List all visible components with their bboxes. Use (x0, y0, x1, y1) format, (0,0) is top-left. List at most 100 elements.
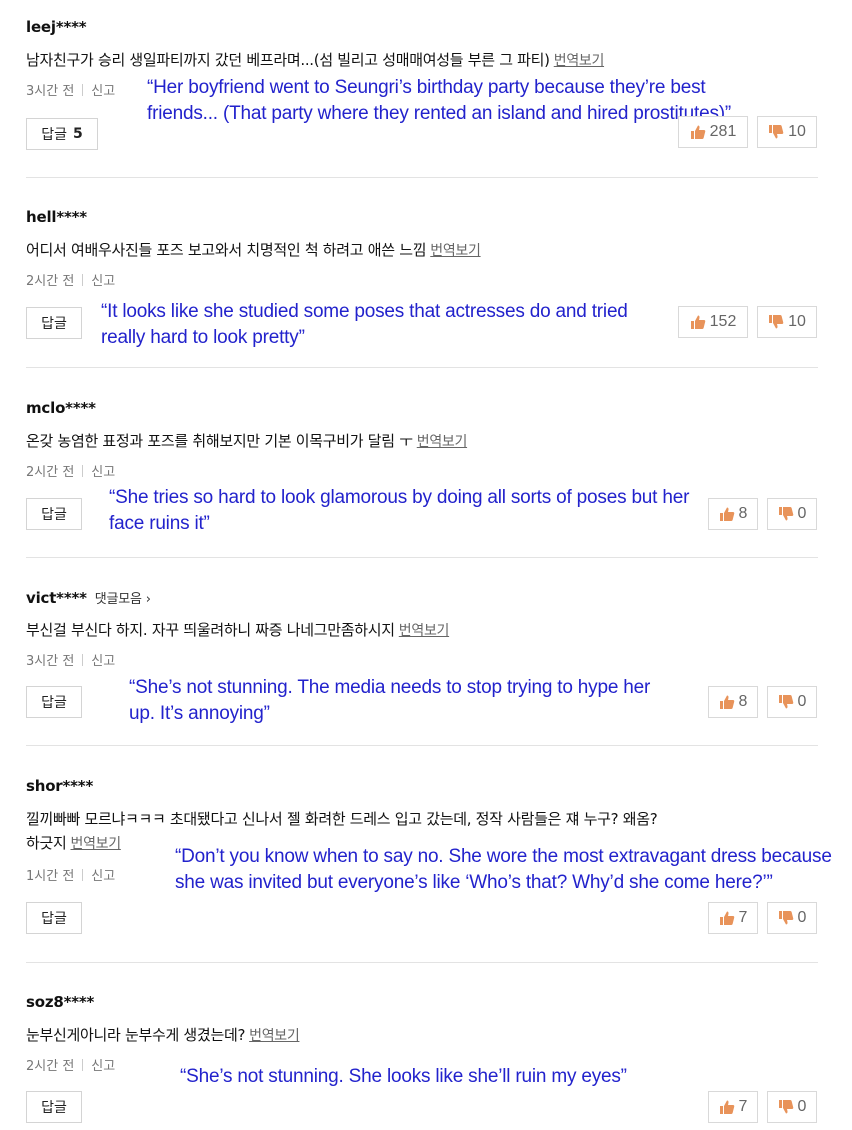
reply-count: 5 (73, 126, 83, 142)
comment-author: vict**** 댓글모음 › (26, 588, 151, 607)
reply-label: 답글 (41, 1100, 67, 1116)
comment-text-line: 부신걸 부신다 하지. 자꾸 띄울려하니 짜증 나네그만좀하시지 (26, 621, 395, 639)
english-translation: “Her boyfriend went to Seungri’s birthda… (147, 77, 732, 124)
comment-time: 2시간 전 (26, 1059, 75, 1074)
reply-label: 답글 (41, 911, 67, 927)
comment-divider (26, 962, 818, 963)
comment-time: 1시간 전 (26, 869, 75, 884)
comment-text-line: 눈부신게아니라 눈부수게 생겼는데? (26, 1026, 246, 1044)
meta-separator (82, 465, 84, 477)
like-button[interactable]: 7 (708, 902, 758, 934)
dislike-button[interactable]: 0 (767, 1091, 817, 1123)
like-count: 152 (709, 313, 737, 330)
comment-meta: 3시간 전 신고 (26, 650, 115, 669)
like-button[interactable]: 8 (708, 498, 758, 530)
reply-label: 답글 (41, 316, 67, 332)
comment-time: 2시간 전 (26, 274, 75, 289)
comment-divider (26, 177, 818, 178)
reply-label: 답글 (41, 507, 67, 523)
dislike-button[interactable]: 10 (757, 116, 817, 148)
comment-text: 부신걸 부신다 하지. 자꾸 띄울려하니 짜증 나네그만좀하시지 번역보기 (26, 618, 449, 643)
dislike-button[interactable]: 0 (767, 498, 817, 530)
comment-divider (26, 367, 818, 368)
report-link[interactable]: 신고 (91, 869, 115, 884)
translate-link[interactable]: 번역보기 (554, 53, 605, 69)
like-count: 8 (738, 693, 748, 710)
comment-author[interactable]: leej**** (26, 18, 87, 36)
thumbs-up-icon (719, 694, 735, 710)
translate-link[interactable]: 번역보기 (249, 1028, 300, 1044)
translate-link[interactable]: 번역보기 (430, 243, 481, 259)
thumbs-up-icon (719, 506, 735, 522)
report-link[interactable]: 신고 (91, 654, 115, 669)
comment-meta: 2시간 전 신고 (26, 270, 115, 289)
comment-time: 2시간 전 (26, 465, 75, 480)
report-link[interactable]: 신고 (91, 465, 115, 480)
comment-divider (26, 745, 818, 746)
comment-text: 남자친구가 승리 생일파티까지 갔던 베프라며...(섬 빌리고 성매매여성들 … (26, 48, 604, 73)
comment-text-line: 어디서 여배우사진들 포즈 보고와서 치명적인 척 하려고 애쓴 느낌 (26, 241, 427, 259)
reply-button[interactable]: 답글 (26, 686, 82, 718)
thumbs-down-icon (778, 910, 794, 926)
thumbs-down-icon (778, 1099, 794, 1115)
dislike-count: 0 (797, 1098, 807, 1115)
comment-text: 온갖 농염한 표정과 포즈를 취해보지만 기본 이목구비가 달림 ㅜ 번역보기 (26, 429, 467, 454)
reply-button[interactable]: 답글 5 (26, 118, 98, 150)
reply-button[interactable]: 답글 (26, 1091, 82, 1123)
dislike-count: 10 (788, 313, 806, 330)
like-button[interactable]: 8 (708, 686, 758, 718)
comment-text-line: 온갖 농염한 표정과 포즈를 취해보지만 기본 이목구비가 달림 ㅜ (26, 432, 413, 450)
english-translation: “Don’t you know when to say no. She wore… (175, 846, 832, 893)
comment-author[interactable]: soz8**** (26, 993, 94, 1011)
dislike-count: 10 (788, 123, 806, 140)
comment-text-line: 낄끼빠빠 모르냐ㅋㅋㅋ 초대됐다고 신나서 젤 화려한 드레스 입고 갔는데, … (26, 810, 658, 828)
comment-text: 어디서 여배우사진들 포즈 보고와서 치명적인 척 하려고 애쓴 느낌 번역보기 (26, 238, 481, 263)
translate-link[interactable]: 번역보기 (399, 623, 450, 639)
comment-author-name[interactable]: vict**** (26, 589, 87, 607)
thumbs-down-icon (768, 314, 784, 330)
reply-button[interactable]: 답글 (26, 498, 82, 530)
dislike-count: 0 (797, 693, 807, 710)
translate-link[interactable]: 번역보기 (417, 434, 468, 450)
english-translation: “She tries so hard to look glamorous by … (109, 487, 690, 534)
comment-time: 3시간 전 (26, 654, 75, 669)
english-translation: “She’s not stunning. She looks like she’… (180, 1066, 627, 1087)
dislike-button[interactable]: 0 (767, 902, 817, 934)
collect-comments-link[interactable]: 댓글모음 › (95, 592, 151, 607)
like-count: 281 (709, 123, 737, 140)
like-count: 7 (738, 1098, 748, 1115)
comment-text-line-2: 하긋지 (26, 834, 67, 852)
meta-separator (82, 654, 84, 666)
like-button[interactable]: 281 (678, 116, 748, 148)
comment-meta: 2시간 전 신고 (26, 1055, 115, 1074)
comment-meta: 1시간 전 신고 (26, 865, 115, 884)
thumbs-up-icon (690, 124, 706, 140)
thumbs-up-icon (719, 1099, 735, 1115)
thumbs-up-icon (719, 910, 735, 926)
reply-label: 답글 (41, 127, 67, 143)
dislike-button[interactable]: 10 (757, 306, 817, 338)
meta-separator (82, 84, 84, 96)
meta-separator (82, 1059, 84, 1071)
comment-time: 3시간 전 (26, 84, 75, 99)
like-button[interactable]: 7 (708, 1091, 758, 1123)
reply-button[interactable]: 답글 (26, 307, 82, 339)
meta-separator (82, 274, 84, 286)
thumbs-down-icon (768, 124, 784, 140)
comment-meta: 3시간 전 신고 (26, 80, 115, 99)
report-link[interactable]: 신고 (91, 84, 115, 99)
dislike-count: 0 (797, 909, 807, 926)
comment-author[interactable]: mclo**** (26, 399, 96, 417)
reply-button[interactable]: 답글 (26, 902, 82, 934)
dislike-count: 0 (797, 505, 807, 522)
report-link[interactable]: 신고 (91, 274, 115, 289)
report-link[interactable]: 신고 (91, 1059, 115, 1074)
comment-author[interactable]: hell**** (26, 208, 87, 226)
thumbs-down-icon (778, 694, 794, 710)
comment-author[interactable]: shor**** (26, 777, 93, 795)
translate-link[interactable]: 번역보기 (71, 836, 122, 852)
comment-text: 눈부신게아니라 눈부수게 생겼는데? 번역보기 (26, 1023, 300, 1048)
comment-text-line: 남자친구가 승리 생일파티까지 갔던 베프라며...(섬 빌리고 성매매여성들 … (26, 51, 550, 69)
dislike-button[interactable]: 0 (767, 686, 817, 718)
like-button[interactable]: 152 (678, 306, 748, 338)
